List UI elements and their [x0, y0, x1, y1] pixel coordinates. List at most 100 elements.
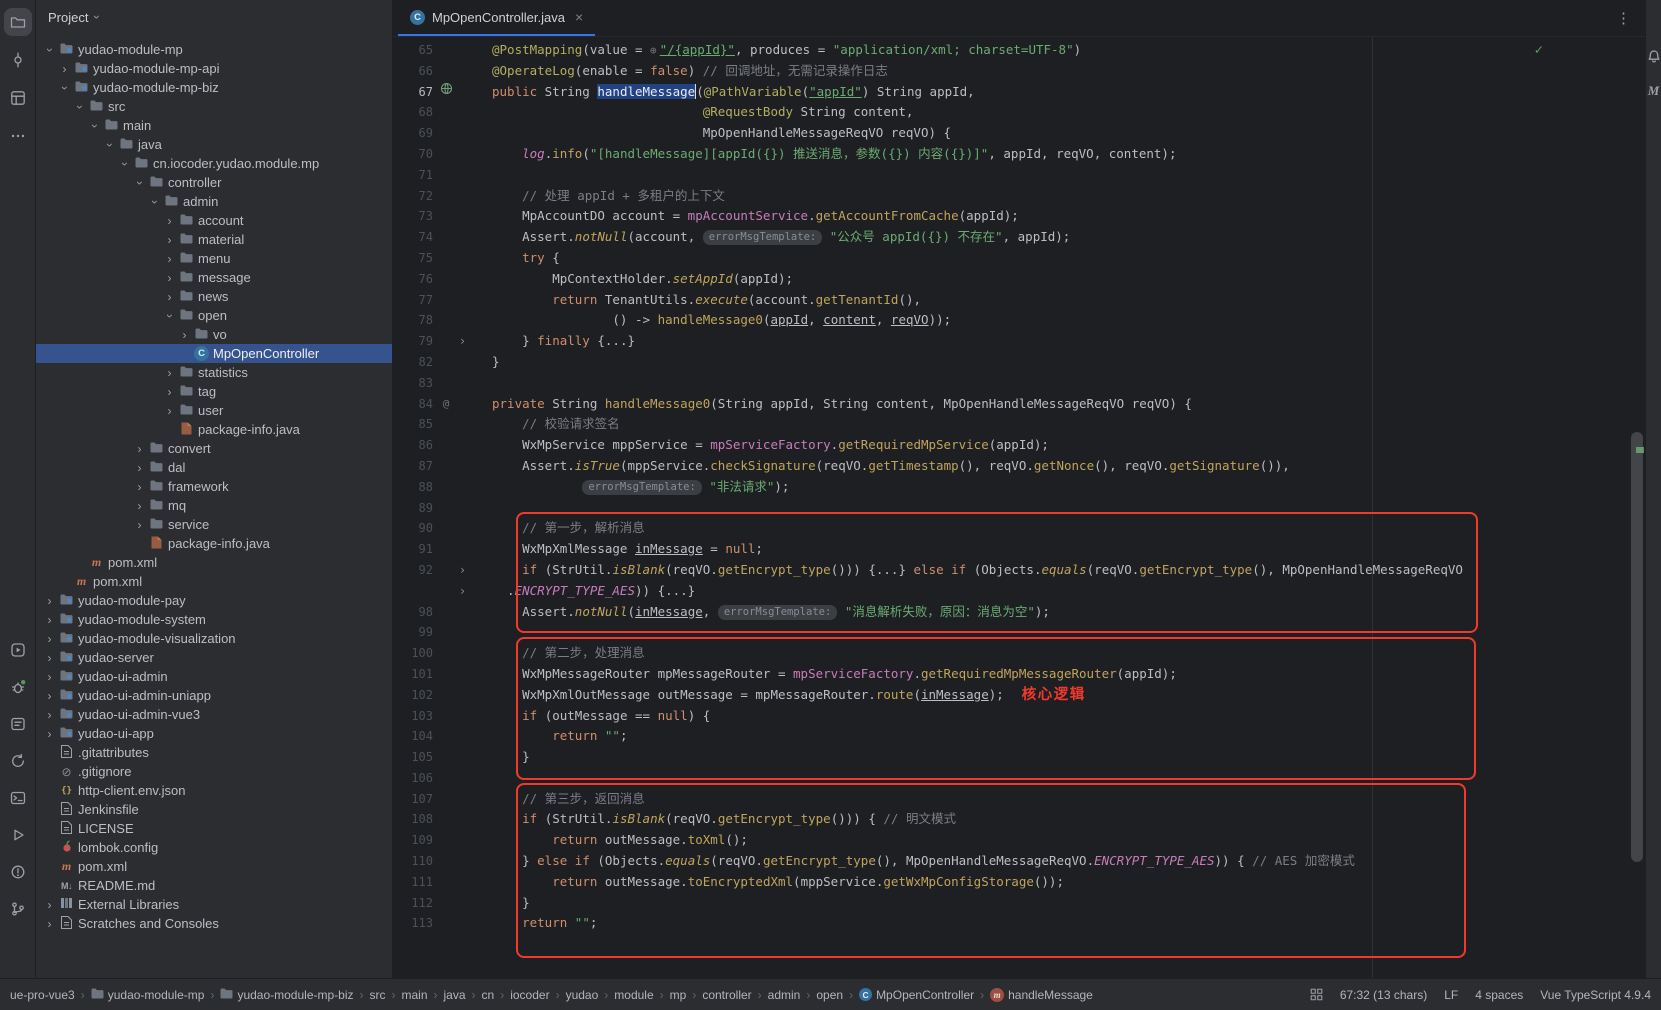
- tree-item-yudao-module-visualization[interactable]: ›yudao-module-visualization: [36, 629, 392, 648]
- tree-chevron-icon[interactable]: ›: [42, 708, 57, 722]
- code-line[interactable]: 88 errorMsgTemplate: "非法请求");: [393, 477, 1645, 498]
- code-line[interactable]: 70 log.info("[handleMessage][appId({}) 推…: [393, 144, 1645, 165]
- line-number[interactable]: 103: [393, 706, 433, 727]
- tree-chevron-icon[interactable]: ›: [132, 176, 147, 190]
- line-number[interactable]: 76: [393, 269, 433, 290]
- line-number[interactable]: 74: [393, 227, 433, 248]
- tree-chevron-icon[interactable]: ›: [177, 328, 192, 342]
- code-line[interactable]: 106: [393, 768, 1645, 789]
- tree-item-dal[interactable]: ›dal: [36, 458, 392, 477]
- code-line[interactable]: 83: [393, 373, 1645, 394]
- code-line[interactable]: 103 if (outMessage == null) {: [393, 706, 1645, 727]
- breadcrumb-item-yudao-module-mp[interactable]: yudao-module-mp: [91, 988, 205, 1002]
- code-line[interactable]: 65@PostMapping(value = ⊕"/{appId}", prod…: [393, 40, 1645, 61]
- tree-chevron-icon[interactable]: ›: [42, 917, 57, 931]
- status-indent[interactable]: 4 spaces: [1475, 988, 1523, 1002]
- tree-chevron-icon[interactable]: ›: [162, 385, 177, 399]
- tree-chevron-icon[interactable]: ›: [42, 651, 57, 665]
- more-icon[interactable]: [4, 122, 32, 150]
- breadcrumb-item-admin[interactable]: admin: [768, 988, 801, 1002]
- line-number[interactable]: 85: [393, 414, 433, 435]
- code-line[interactable]: 76 MpContextHolder.setAppId(appId);: [393, 269, 1645, 290]
- tree-item-yudao-ui-admin-vue3[interactable]: ›yudao-ui-admin-vue3: [36, 705, 392, 724]
- line-number[interactable]: 106: [393, 768, 433, 789]
- breadcrumb-item-cn[interactable]: cn: [482, 988, 495, 1002]
- endpoint-gutter-icon[interactable]: [440, 82, 453, 103]
- line-number[interactable]: 83: [393, 373, 433, 394]
- tree-item-yudao-ui-admin[interactable]: ›yudao-ui-admin: [36, 667, 392, 686]
- fold-marker-icon[interactable]: ›: [455, 331, 470, 352]
- code-line[interactable]: 104 return "";: [393, 726, 1645, 747]
- code-line[interactable]: 67public String handleMessage(@PathVaria…: [393, 82, 1645, 103]
- line-number[interactable]: 111: [393, 872, 433, 893]
- tree-item--gitignore[interactable]: ⊘.gitignore: [36, 762, 392, 781]
- breadcrumb-item-yudao[interactable]: yudao: [566, 988, 599, 1002]
- tree-item-java[interactable]: ›java: [36, 135, 392, 154]
- tree-chevron-icon[interactable]: ›: [57, 62, 72, 76]
- tree-item-scratches-and-consoles[interactable]: ›Scratches and Consoles: [36, 914, 392, 933]
- line-number[interactable]: 84: [393, 394, 433, 415]
- tree-item-http-client-env-json[interactable]: {}http-client.env.json: [36, 781, 392, 800]
- line-number[interactable]: 77: [393, 290, 433, 311]
- tree-chevron-icon[interactable]: ›: [102, 138, 117, 152]
- tree-chevron-icon[interactable]: ›: [87, 119, 102, 133]
- breadcrumb-item-ue-pro-vue3[interactable]: ue-pro-vue3: [10, 988, 75, 1002]
- tree-chevron-icon[interactable]: ›: [132, 442, 147, 456]
- tree-item-mpopencontroller[interactable]: CMpOpenController: [36, 344, 392, 363]
- more-vertical-icon[interactable]: ⋮: [1616, 9, 1631, 27]
- line-number[interactable]: 91: [393, 539, 433, 560]
- line-number[interactable]: 78: [393, 310, 433, 331]
- code-line[interactable]: 74 Assert.notNull(account, errorMsgTempl…: [393, 227, 1645, 248]
- breadcrumb-item-yudao-module-mp-biz[interactable]: yudao-module-mp-biz: [220, 988, 353, 1002]
- tree-chevron-icon[interactable]: ›: [162, 290, 177, 304]
- tree-chevron-icon[interactable]: ›: [42, 727, 57, 741]
- code-line[interactable]: 102 WxMpXmlOutMessage outMessage = mpMes…: [393, 685, 1645, 706]
- status-caret-position[interactable]: 67:32 (13 chars): [1340, 988, 1427, 1002]
- breadcrumb-item-open[interactable]: open: [816, 988, 843, 1002]
- line-number[interactable]: 98: [393, 602, 433, 623]
- code-line[interactable]: 68 @RequestBody String content,: [393, 102, 1645, 123]
- structure-icon[interactable]: [4, 84, 32, 112]
- tree-chevron-icon[interactable]: ›: [132, 499, 147, 513]
- tree-item-account[interactable]: ›account: [36, 211, 392, 230]
- tree-item-license[interactable]: LICENSE: [36, 819, 392, 838]
- maven-icon[interactable]: M: [1648, 83, 1660, 99]
- line-number[interactable]: 73: [393, 206, 433, 227]
- line-number[interactable]: 89: [393, 498, 433, 519]
- line-number[interactable]: 79: [393, 331, 433, 352]
- tree-chevron-icon[interactable]: ›: [162, 271, 177, 285]
- tree-item-cn-iocoder-yudao-module-mp[interactable]: ›cn.iocoder.yudao.module.mp: [36, 154, 392, 173]
- line-number[interactable]: 100: [393, 643, 433, 664]
- tree-item-admin[interactable]: ›admin: [36, 192, 392, 211]
- tree-item-src[interactable]: ›src: [36, 97, 392, 116]
- tree-item-convert[interactable]: ›convert: [36, 439, 392, 458]
- code-line[interactable]: 85 // 校验请求签名: [393, 414, 1645, 435]
- problems-icon[interactable]: [4, 858, 32, 886]
- tree-item-yudao-ui-admin-uniapp[interactable]: ›yudao-ui-admin-uniapp: [36, 686, 392, 705]
- code-line[interactable]: 77 return TenantUtils.execute(account.ge…: [393, 290, 1645, 311]
- code-line[interactable]: 72 // 处理 appId + 多租户的上下文: [393, 186, 1645, 207]
- line-number[interactable]: 92: [393, 560, 433, 581]
- tree-chevron-icon[interactable]: ›: [132, 480, 147, 494]
- line-number[interactable]: 102: [393, 685, 433, 706]
- code-line[interactable]: › .ENCRYPT_TYPE_AES)) {...}: [393, 581, 1645, 602]
- services-icon[interactable]: [4, 636, 32, 664]
- notifications-icon[interactable]: [1646, 48, 1661, 67]
- tree-chevron-icon[interactable]: ›: [42, 43, 57, 57]
- tree-chevron-icon[interactable]: ›: [42, 670, 57, 684]
- line-number[interactable]: 82: [393, 352, 433, 373]
- tree-chevron-icon[interactable]: ›: [132, 461, 147, 475]
- tree-item-controller[interactable]: ›controller: [36, 173, 392, 192]
- tree-chevron-icon[interactable]: ›: [162, 309, 177, 323]
- line-number[interactable]: 87: [393, 456, 433, 477]
- line-number[interactable]: 66: [393, 61, 433, 82]
- code-line[interactable]: 66@OperateLog(enable = false) // 回调地址，无需…: [393, 61, 1645, 82]
- line-number[interactable]: 108: [393, 809, 433, 830]
- line-number[interactable]: 65: [393, 40, 433, 61]
- tree-chevron-icon[interactable]: ›: [162, 366, 177, 380]
- code-line[interactable]: 82}: [393, 352, 1645, 373]
- tree-item--gitattributes[interactable]: .gitattributes: [36, 743, 392, 762]
- line-number[interactable]: 99: [393, 622, 433, 643]
- breadcrumb-item-iocoder[interactable]: iocoder: [510, 988, 549, 1002]
- tree-chevron-icon[interactable]: ›: [162, 252, 177, 266]
